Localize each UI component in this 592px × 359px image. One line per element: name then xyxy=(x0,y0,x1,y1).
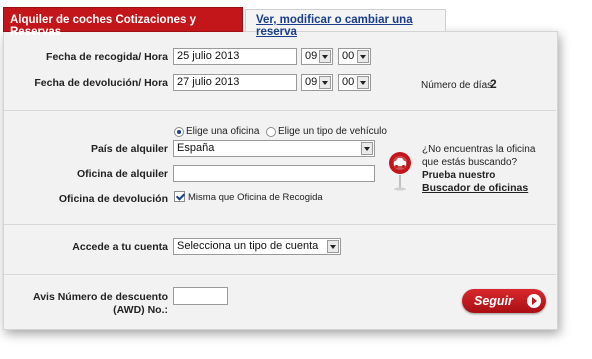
same-office-checkbox-label: Misma que Oficina de Recogida xyxy=(188,192,323,203)
radio-office-label: Elige una oficina xyxy=(186,126,260,137)
arrow-right-icon xyxy=(527,294,541,308)
section-divider xyxy=(4,224,556,225)
chevron-down-icon xyxy=(361,142,373,155)
chevron-down-icon xyxy=(357,50,369,63)
chevron-down-icon xyxy=(327,240,339,253)
return-hour-select[interactable]: 09 xyxy=(301,74,333,91)
chevron-down-icon xyxy=(319,76,331,89)
pickup-hour-value: 09 xyxy=(305,50,318,62)
tab-quotes-reservations[interactable]: Alquiler de coches Cotizaciones y Reserv… xyxy=(3,7,243,38)
discount-label-line1: Avis Número de descuento xyxy=(33,291,168,303)
finder-question-line1: ¿No encuentras la oficina xyxy=(422,144,536,155)
continue-button[interactable]: Seguir xyxy=(462,289,546,313)
pickup-date-input[interactable]: 25 julio 2013 xyxy=(173,48,297,65)
days-label: Número de días xyxy=(421,80,493,91)
country-value: España xyxy=(177,142,215,154)
country-select[interactable]: España xyxy=(173,140,375,157)
return-minute-select[interactable]: 00 xyxy=(338,74,371,91)
pickup-date-label: Fecha de recogida/ Hora xyxy=(46,51,168,63)
return-hour-value: 09 xyxy=(305,76,318,88)
tab-view-modify-reservation[interactable]: Ver, modificar o cambiar una reserva xyxy=(245,9,446,38)
radio-vehicle-type[interactable] xyxy=(266,127,276,137)
office-input[interactable] xyxy=(173,165,375,182)
office-finder-link[interactable]: Buscador de oficinas xyxy=(422,182,528,194)
return-date-input[interactable]: 27 julio 2013 xyxy=(173,74,297,91)
return-office-label: Oficina de devolución xyxy=(58,193,168,205)
country-label: País de alquiler xyxy=(90,143,168,155)
pickup-minute-select[interactable]: 00 xyxy=(338,48,371,65)
office-label: Oficina de alquiler xyxy=(76,168,168,180)
finder-question-line2: que estás buscando? xyxy=(422,157,518,168)
radio-office[interactable] xyxy=(174,127,184,137)
pickup-hour-select[interactable]: 09 xyxy=(301,48,333,65)
account-type-select[interactable]: Selecciona un tipo de cuenta xyxy=(173,238,341,255)
continue-button-label: Seguir xyxy=(474,294,513,308)
finder-prompt: Prueba nuestro xyxy=(422,170,496,181)
account-type-value: Selecciona un tipo de cuenta xyxy=(177,240,319,252)
chevron-down-icon xyxy=(357,76,369,89)
section-divider xyxy=(4,274,556,275)
return-minute-value: 00 xyxy=(342,76,355,88)
same-office-checkbox[interactable] xyxy=(174,191,185,202)
account-label: Accede a tu cuenta xyxy=(72,241,168,253)
section-divider xyxy=(4,110,556,111)
location-pin-icon xyxy=(389,152,411,191)
days-count: 2 xyxy=(490,77,497,91)
pickup-minute-value: 00 xyxy=(342,50,355,62)
return-date-label: Fecha de devolución/ Hora xyxy=(34,77,168,89)
chevron-down-icon xyxy=(319,50,331,63)
discount-code-input[interactable] xyxy=(173,287,228,305)
discount-label-line2: (AWD) No.: xyxy=(113,304,168,316)
radio-vehicle-type-label: Elige un tipo de vehículo xyxy=(278,126,387,137)
